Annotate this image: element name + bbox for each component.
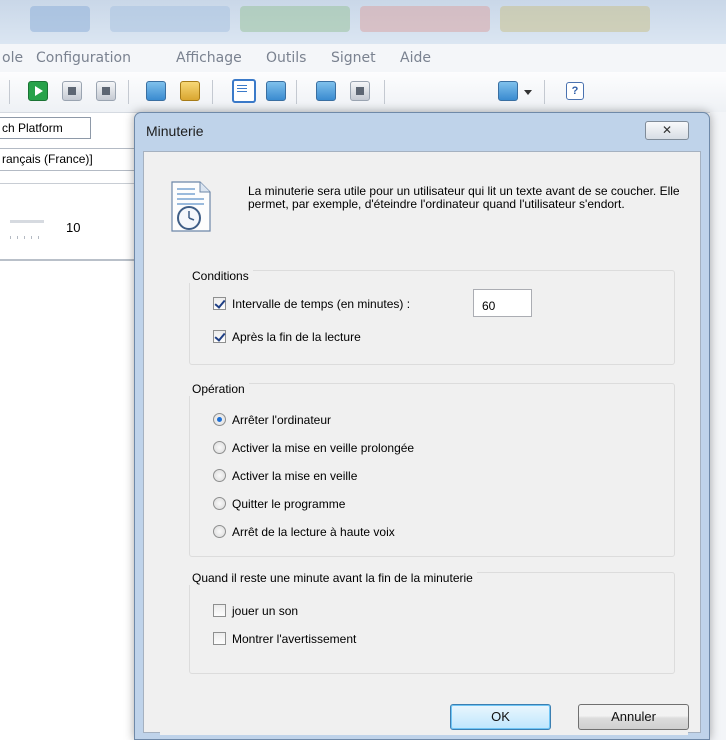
ok-button[interactable]: OK: [450, 704, 551, 730]
speed-slider[interactable]: [10, 220, 44, 223]
menu-item-affichage[interactable]: Affichage: [176, 50, 242, 66]
menu-bar: ole Configuration Affichage Outils Signe…: [0, 44, 726, 73]
toolbar-separator: [9, 80, 10, 104]
blurred-toolbar-icons: [500, 6, 650, 32]
dialog-body: La minuterie sera utile pour un utilisat…: [160, 174, 688, 711]
bookmark-icon[interactable]: [498, 81, 518, 101]
help-icon[interactable]: ?: [566, 82, 584, 100]
toolbar-separator: [384, 80, 385, 104]
speed-value: 10: [66, 220, 81, 235]
toolbar-separator: [296, 80, 297, 104]
menu-item[interactable]: ole: [2, 50, 23, 66]
background-panel: [710, 112, 726, 740]
language-select[interactable]: rançais (France)]: [0, 148, 136, 171]
stop-icon[interactable]: [96, 81, 116, 101]
conditions-group: Conditions Intervalle de temps (en minut…: [189, 270, 675, 365]
menu-item-outils[interactable]: Outils: [266, 50, 306, 66]
interval-checkbox[interactable]: [213, 297, 226, 310]
timer-dialog: Minuterie ✕ La minuterie sera utile pour…: [134, 112, 710, 740]
dialog-footer: OK Annuler: [160, 695, 689, 735]
stop-reading-label: Arrêt de la lecture à haute voix: [232, 525, 395, 539]
pause-icon[interactable]: [62, 81, 82, 101]
slider-ticks: [10, 236, 44, 239]
dialog-title: Minuterie: [146, 123, 204, 139]
book-icon[interactable]: [266, 81, 286, 101]
toolbar-separator: [544, 80, 545, 104]
chevron-down-icon[interactable]: [524, 90, 532, 95]
divider: [0, 183, 136, 184]
menu-item-aide[interactable]: Aide: [400, 50, 431, 66]
conditions-legend: Conditions: [189, 270, 253, 283]
stop-reading-radio[interactable]: [213, 525, 226, 538]
show-warning-label: Montrer l'avertissement: [232, 632, 357, 646]
sleep-radio[interactable]: [213, 469, 226, 482]
quit-program-label: Quitter le programme: [232, 497, 346, 511]
operation-group: Opération Arrêter l'ordinateur Activer l…: [189, 383, 675, 557]
tab-platform[interactable]: ch Platform: [0, 117, 91, 139]
remove-page-icon[interactable]: [350, 81, 370, 101]
play-icon[interactable]: [28, 81, 48, 101]
sleep-label: Activer la mise en veille: [232, 469, 358, 483]
after-reading-label: Après la fin de la lecture: [232, 330, 361, 344]
add-page-icon[interactable]: [316, 81, 336, 101]
operation-legend: Opération: [189, 383, 249, 396]
folder-icon[interactable]: [180, 81, 200, 101]
play-sound-checkbox[interactable]: [213, 604, 226, 617]
hibernate-radio[interactable]: [213, 441, 226, 454]
blurred-toolbar-icons: [360, 6, 490, 32]
interval-label: Intervalle de temps (en minutes) :: [232, 297, 411, 311]
shutdown-radio[interactable]: [213, 413, 226, 426]
last-minute-legend: Quand il reste une minute avant la fin d…: [189, 572, 477, 585]
toolbar: ?: [0, 72, 726, 113]
timer-note-icon[interactable]: [232, 79, 256, 103]
timer-document-icon: [171, 181, 211, 232]
divider: [0, 259, 136, 261]
last-minute-group: Quand il reste une minute avant la fin d…: [189, 572, 675, 674]
blurred-toolbar-icons: [110, 6, 230, 32]
show-warning-checkbox[interactable]: [213, 632, 226, 645]
open-book-icon[interactable]: [146, 81, 166, 101]
menu-item-configuration[interactable]: Configuration: [36, 50, 131, 66]
cancel-button[interactable]: Annuler: [578, 704, 689, 730]
dialog-content: La minuterie sera utile pour un utilisat…: [143, 151, 701, 735]
close-button[interactable]: ✕: [645, 121, 689, 140]
menu-item-signet[interactable]: Signet: [331, 50, 376, 66]
toolbar-separator: [212, 80, 213, 104]
toolbar-separator: [128, 80, 129, 104]
close-icon: ✕: [661, 123, 673, 137]
hibernate-label: Activer la mise en veille prolongée: [232, 441, 415, 455]
app-titlebar: [0, 0, 726, 44]
interval-minutes-input[interactable]: [473, 289, 532, 317]
play-sound-label: jouer un son: [232, 604, 299, 618]
blurred-toolbar-icons: [30, 6, 90, 32]
after-reading-checkbox[interactable]: [213, 330, 226, 343]
intro-text: La minuterie sera utile pour un utilisat…: [248, 184, 680, 211]
shutdown-label: Arrêter l'ordinateur: [232, 413, 331, 427]
blurred-toolbar-icons: [240, 6, 350, 32]
quit-program-radio[interactable]: [213, 497, 226, 510]
